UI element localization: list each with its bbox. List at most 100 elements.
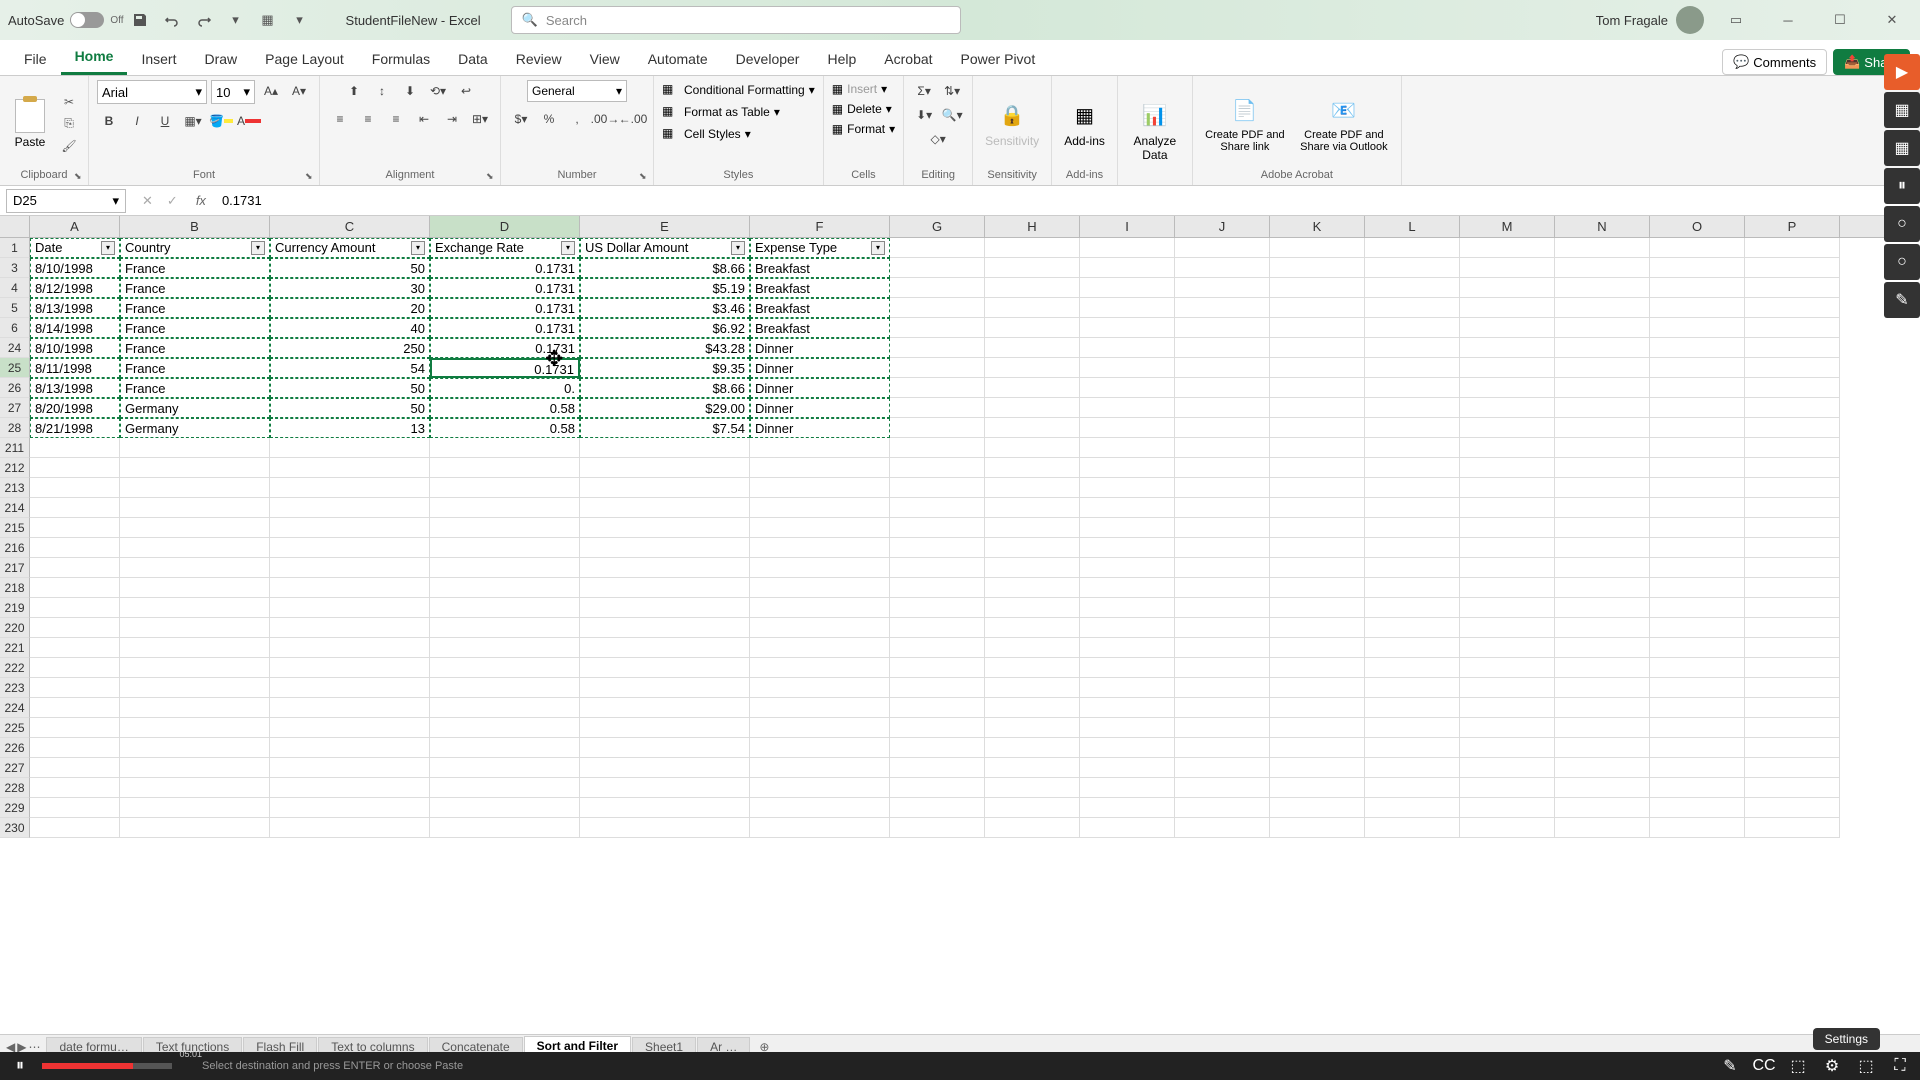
cell[interactable] — [890, 238, 985, 258]
cell[interactable] — [1745, 298, 1840, 318]
cell[interactable] — [580, 758, 750, 778]
cell[interactable] — [750, 678, 890, 698]
cell[interactable] — [1745, 318, 1840, 338]
font-size-select[interactable]: 10▾ — [211, 80, 255, 104]
indent-increase-icon[interactable]: ⇥ — [440, 108, 464, 130]
cell[interactable] — [270, 498, 430, 518]
cell[interactable] — [1650, 438, 1745, 458]
cell[interactable] — [1175, 238, 1270, 258]
cell[interactable] — [1555, 578, 1650, 598]
cell[interactable] — [1460, 538, 1555, 558]
cell[interactable] — [1175, 258, 1270, 278]
cell[interactable] — [985, 698, 1080, 718]
cell[interactable] — [270, 438, 430, 458]
cell[interactable] — [1460, 718, 1555, 738]
cell[interactable] — [270, 758, 430, 778]
cell[interactable] — [1650, 238, 1745, 258]
cell[interactable] — [120, 478, 270, 498]
cell[interactable] — [1270, 318, 1365, 338]
cell[interactable] — [1365, 498, 1460, 518]
cell[interactable]: $6.92 — [580, 318, 750, 338]
cell[interactable] — [1080, 278, 1175, 298]
grow-font-icon[interactable]: A▴ — [259, 80, 283, 102]
cell[interactable] — [1650, 758, 1745, 778]
fx-icon[interactable]: fx — [188, 193, 214, 208]
minimize-icon[interactable]: ─ — [1768, 4, 1808, 36]
cell[interactable] — [1365, 258, 1460, 278]
cell[interactable] — [985, 598, 1080, 618]
cell[interactable] — [1745, 538, 1840, 558]
cell[interactable] — [890, 438, 985, 458]
cell[interactable] — [890, 818, 985, 838]
cell[interactable] — [1745, 818, 1840, 838]
cell[interactable] — [985, 678, 1080, 698]
row-header[interactable]: 230 — [0, 818, 30, 838]
cell[interactable]: $29.00 — [580, 398, 750, 418]
cell[interactable] — [580, 538, 750, 558]
cell[interactable] — [1460, 678, 1555, 698]
row-header[interactable]: 24 — [0, 338, 30, 358]
cell[interactable] — [1650, 738, 1745, 758]
cell[interactable] — [120, 438, 270, 458]
cell[interactable] — [1745, 618, 1840, 638]
cell[interactable] — [1175, 638, 1270, 658]
cell[interactable]: France — [120, 258, 270, 278]
row-header[interactable]: 1 — [0, 238, 30, 258]
cell[interactable] — [30, 578, 120, 598]
cell[interactable] — [430, 638, 580, 658]
filter-icon[interactable]: ▾ — [251, 241, 265, 255]
row-header[interactable]: 229 — [0, 798, 30, 818]
cell[interactable] — [1650, 478, 1745, 498]
cell[interactable]: 8/13/1998 — [30, 298, 120, 318]
cell[interactable] — [985, 538, 1080, 558]
cell[interactable] — [430, 818, 580, 838]
currency-icon[interactable]: $▾ — [509, 108, 533, 130]
row-header[interactable]: 212 — [0, 458, 30, 478]
cell[interactable] — [1745, 778, 1840, 798]
comments-button[interactable]: 💬 Comments — [1722, 49, 1827, 75]
cell[interactable] — [1270, 798, 1365, 818]
cell[interactable] — [1460, 758, 1555, 778]
col-header-I[interactable]: I — [1080, 216, 1175, 237]
cell[interactable] — [1460, 398, 1555, 418]
cell[interactable] — [1365, 758, 1460, 778]
cell[interactable] — [580, 558, 750, 578]
cell[interactable]: 250 — [270, 338, 430, 358]
tab-developer[interactable]: Developer — [722, 43, 814, 75]
cell[interactable] — [750, 638, 890, 658]
cell[interactable] — [1555, 258, 1650, 278]
cell[interactable] — [1650, 698, 1745, 718]
cell[interactable]: US Dollar Amount▾ — [580, 238, 750, 258]
cell[interactable] — [1745, 338, 1840, 358]
cell[interactable] — [750, 538, 890, 558]
cell[interactable] — [1555, 738, 1650, 758]
tab-file[interactable]: File — [10, 43, 61, 75]
cell[interactable] — [1460, 418, 1555, 438]
cell[interactable] — [1650, 338, 1745, 358]
cell[interactable]: Breakfast — [750, 298, 890, 318]
vb-icon[interactable]: ⬚ — [1854, 1054, 1878, 1078]
cell[interactable] — [270, 478, 430, 498]
cell[interactable] — [1365, 778, 1460, 798]
fill-icon[interactable]: ⬇▾ — [912, 104, 936, 126]
cell[interactable]: $9.35 — [580, 358, 750, 378]
cell[interactable] — [890, 258, 985, 278]
row-header[interactable]: 225 — [0, 718, 30, 738]
tab-power-pivot[interactable]: Power Pivot — [947, 43, 1050, 75]
cell[interactable] — [1555, 398, 1650, 418]
cell[interactable] — [1650, 358, 1745, 378]
cell[interactable] — [1270, 638, 1365, 658]
dialog-launch-icon[interactable]: ⬊ — [305, 171, 317, 183]
cell[interactable] — [1555, 478, 1650, 498]
cell[interactable] — [890, 338, 985, 358]
cell[interactable] — [890, 318, 985, 338]
cell[interactable] — [750, 558, 890, 578]
cell[interactable]: 8/11/1998 — [30, 358, 120, 378]
cell[interactable] — [1650, 658, 1745, 678]
cell[interactable] — [120, 678, 270, 698]
cell[interactable] — [430, 798, 580, 818]
cell[interactable]: 0.1731 — [430, 318, 580, 338]
col-header-G[interactable]: G — [890, 216, 985, 237]
vb-fullscreen-icon[interactable]: ⛶ — [1888, 1054, 1912, 1078]
cell[interactable] — [1365, 538, 1460, 558]
